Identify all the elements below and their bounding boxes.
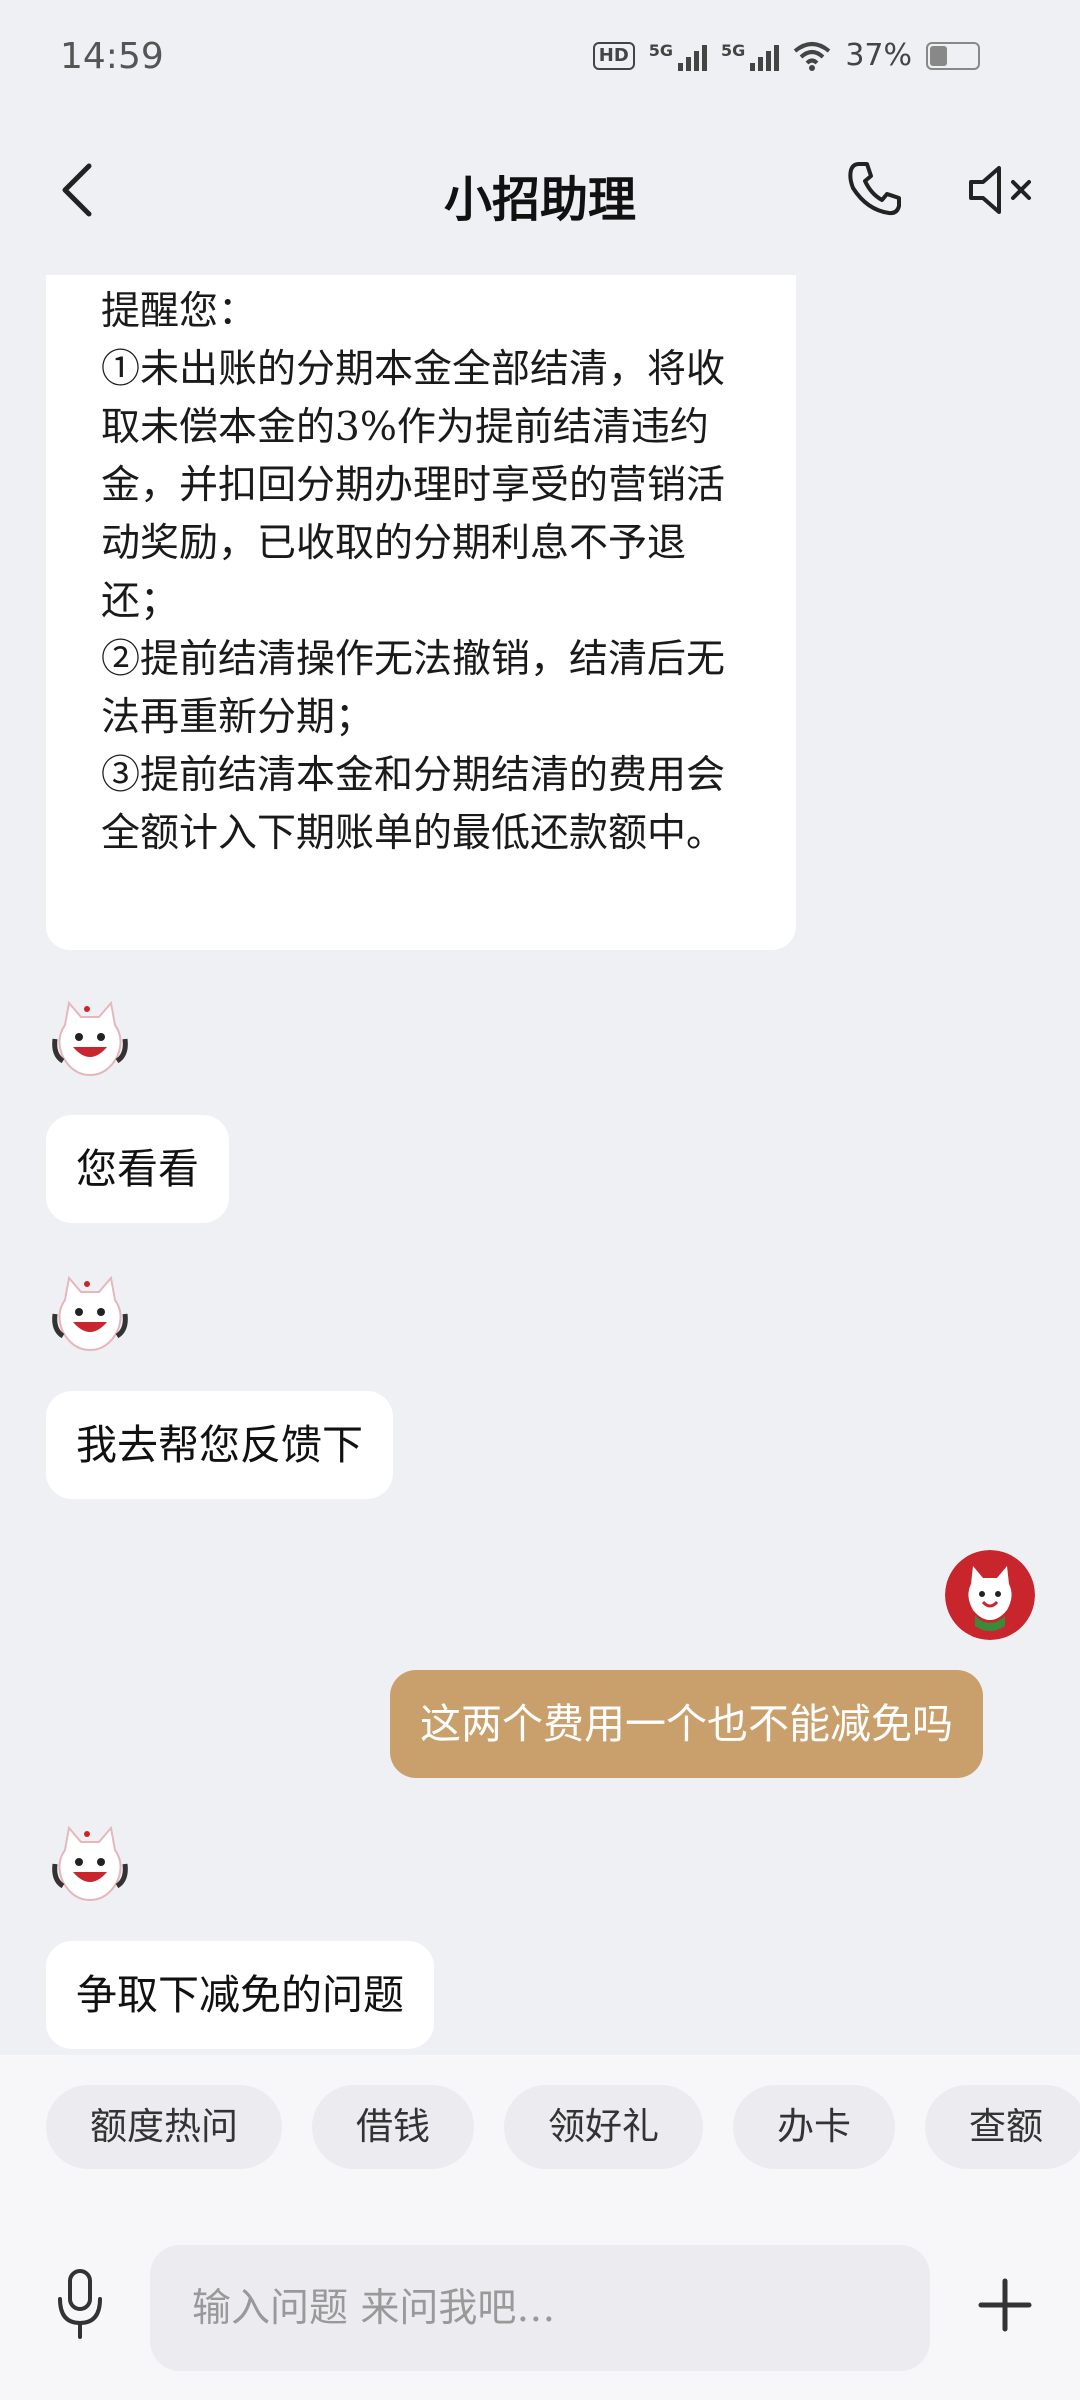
status-time: 14:59	[60, 36, 164, 77]
speaker-muted-icon[interactable]	[965, 160, 1037, 220]
message-text: ①未出账的分期本金全部结清，将收取未偿本金的3%作为提前结清违约金，并扣回分期办…	[101, 347, 726, 624]
battery-percent: 37%	[845, 38, 912, 73]
quick-reply-bar: 额度热问 借钱 领好礼 办卡 查额	[0, 2055, 1080, 2245]
chat-header: 小招助理	[0, 120, 1080, 260]
bot-avatar-icon[interactable]	[45, 1270, 135, 1360]
bot-message-bubble: 我去帮您反馈下	[46, 1391, 393, 1499]
page-title: 小招助理	[443, 172, 636, 228]
signal-icon-2: 5G	[721, 41, 780, 71]
status-icons: HD 5G 5G 37%	[592, 38, 980, 73]
phone-icon[interactable]	[845, 158, 905, 218]
quick-reply-chip[interactable]: 额度热问	[46, 2085, 282, 2169]
wifi-icon	[794, 41, 831, 71]
message-text: ②提前结清操作无法撤销，结清后无法再重新分期；	[101, 637, 726, 740]
bot-message-bubble: 提醒您： ①未出账的分期本金全部结清，将收取未偿本金的3%作为提前结清违约金，并…	[46, 275, 796, 950]
input-bar	[0, 2245, 1080, 2400]
plus-icon[interactable]	[970, 2265, 1040, 2345]
quick-reply-list: 额度热问 借钱 领好礼 办卡 查额	[46, 2085, 1080, 2169]
message-text: 提醒您：	[101, 289, 258, 334]
battery-icon	[926, 41, 980, 70]
quick-reply-chip[interactable]: 查额	[925, 2085, 1080, 2169]
user-message-bubble: 这两个费用一个也不能减免吗	[390, 1670, 983, 1778]
signal-icon: 5G	[649, 41, 708, 71]
quick-reply-chip[interactable]: 办卡	[733, 2085, 895, 2169]
quick-reply-chip[interactable]: 领好礼	[504, 2085, 703, 2169]
message-input[interactable]	[150, 2245, 930, 2371]
user-avatar-icon[interactable]	[945, 1550, 1035, 1640]
bot-message-bubble: 您看看	[46, 1115, 229, 1223]
message-text: ③提前结清本金和分期结清的费用会全额计入下期账单的最低还款额中。	[101, 753, 726, 856]
bot-message-bubble: 争取下减免的问题	[46, 1941, 434, 2049]
bot-avatar-icon[interactable]	[45, 995, 135, 1085]
hd-badge: HD	[592, 41, 635, 70]
bot-avatar-icon[interactable]	[45, 1820, 135, 1910]
chat-message-list[interactable]: 提醒您： ①未出账的分期本金全部结清，将收取未偿本金的3%作为提前结清违约金，并…	[0, 275, 1080, 2055]
status-bar: 14:59 HD 5G 5G 37%	[0, 0, 1080, 120]
quick-reply-chip[interactable]: 借钱	[312, 2085, 474, 2169]
microphone-icon[interactable]	[50, 2265, 110, 2345]
